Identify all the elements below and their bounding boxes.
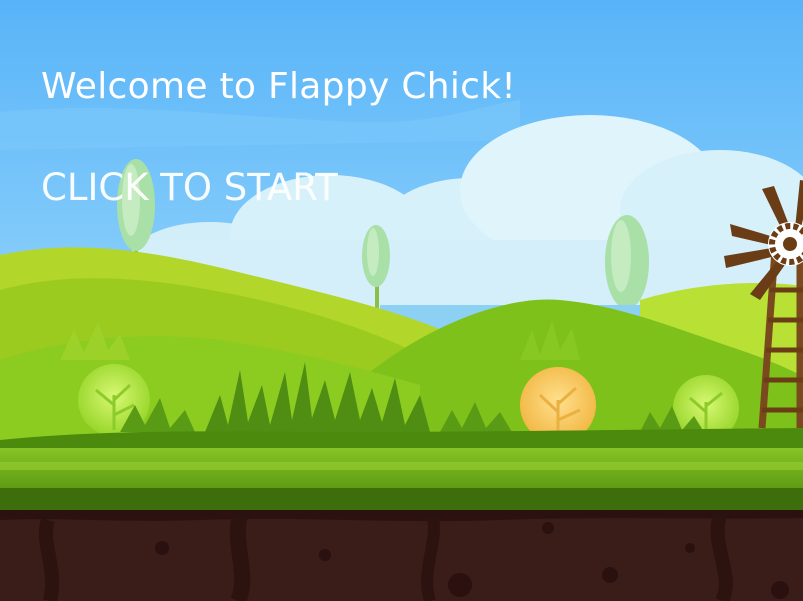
ground	[0, 428, 803, 510]
soil	[0, 510, 803, 601]
welcome-title: Welcome to Flappy Chick!	[41, 66, 517, 107]
start-prompt[interactable]: CLICK TO START	[41, 166, 338, 209]
game-canvas[interactable]: Welcome to Flappy Chick! CLICK TO START	[0, 0, 803, 601]
